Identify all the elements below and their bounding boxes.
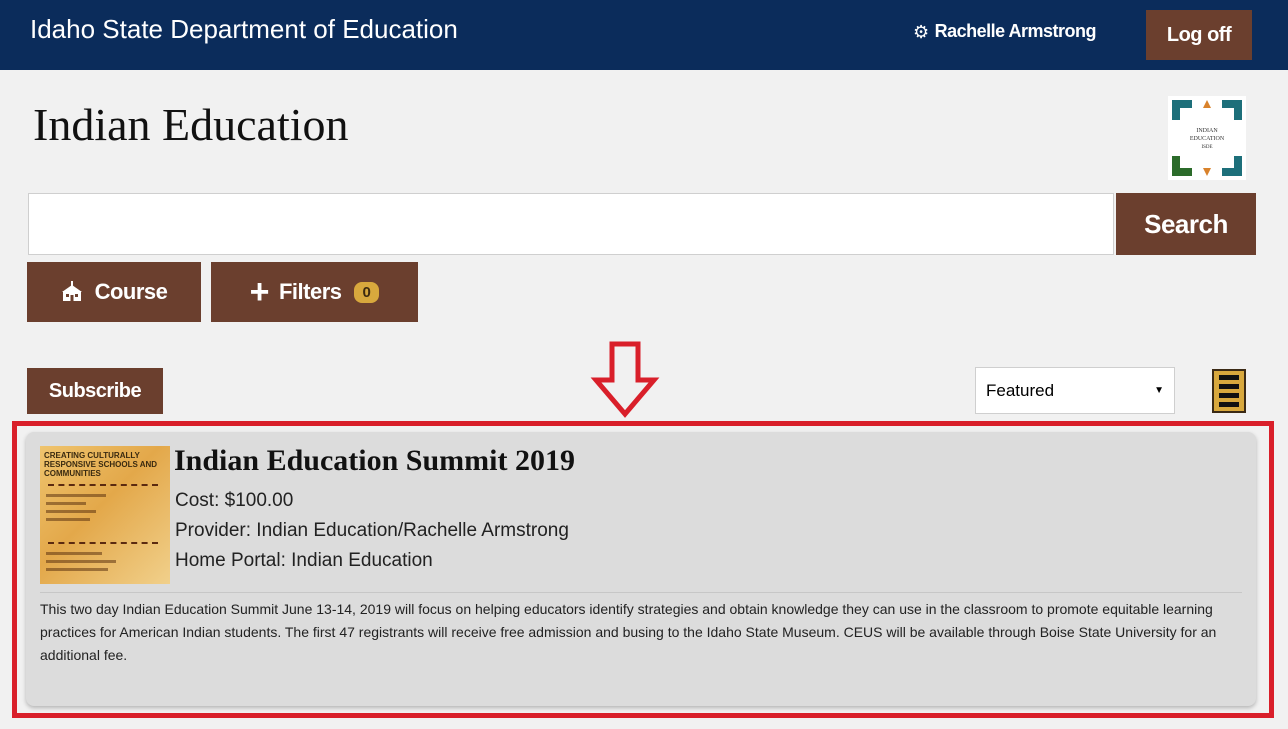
top-navigation-bar: Idaho State Department of Education ⚙ Ra…	[0, 0, 1288, 70]
event-title[interactable]: Indian Education Summit 2019	[174, 444, 575, 478]
svg-text:ISDE: ISDE	[1201, 145, 1212, 150]
user-menu[interactable]: ⚙ Rachelle Armstrong	[913, 21, 1097, 42]
course-button[interactable]: Course	[27, 262, 201, 322]
indian-education-logo: INDIAN EDUCATION ISDE	[1168, 96, 1246, 180]
thumbnail-text-block	[46, 502, 86, 505]
page-title: Indian Education	[33, 99, 349, 150]
list-line	[1219, 384, 1239, 389]
event-description: This two day Indian Education Summit Jun…	[40, 601, 1217, 663]
event-home-portal: Home Portal: Indian Education	[175, 550, 433, 571]
school-icon	[61, 281, 82, 301]
list-line	[1219, 375, 1239, 380]
svg-text:INDIAN: INDIAN	[1196, 128, 1218, 134]
caret-down-icon: ▼	[1154, 385, 1164, 396]
sort-selected-value: Featured	[986, 380, 1055, 400]
thumbnail-text-block	[46, 510, 96, 513]
logoff-button[interactable]: Log off	[1146, 10, 1252, 60]
list-view-icon[interactable]	[1212, 369, 1246, 413]
filters-button[interactable]: + Filters 0	[211, 262, 418, 322]
filters-count-badge: 0	[353, 281, 380, 303]
user-name: Rachelle Armstrong	[934, 21, 1097, 41]
thumbnail-divider	[48, 484, 158, 489]
thumbnail-divider	[48, 542, 158, 547]
card-divider	[40, 592, 1242, 593]
plus-icon: +	[249, 273, 270, 311]
search-input[interactable]	[28, 193, 1114, 255]
sort-dropdown[interactable]: Featured ▼	[975, 367, 1175, 414]
svg-text:EDUCATION: EDUCATION	[1190, 136, 1225, 142]
site-title[interactable]: Idaho State Department of Education	[30, 14, 458, 45]
thumbnail-text-block	[46, 494, 106, 497]
search-button[interactable]: Search	[1116, 193, 1256, 255]
thumbnail-text-block	[46, 568, 108, 571]
thumbnail-text-block	[46, 552, 102, 555]
subscribe-button[interactable]: Subscribe	[27, 368, 163, 414]
filters-label: Filters	[278, 279, 342, 304]
list-line	[1219, 393, 1239, 398]
event-card[interactable]: Creating Culturally Responsive Schools a…	[26, 432, 1256, 706]
gear-icon: ⚙	[913, 21, 929, 42]
down-arrow-icon	[590, 341, 660, 418]
list-line	[1219, 402, 1239, 407]
thumbnail-text-block	[46, 518, 90, 521]
event-provider: Provider: Indian Education/Rachelle Arms…	[175, 520, 569, 541]
thumbnail-text: Creating Culturally Responsive Schools a…	[44, 451, 158, 478]
event-thumbnail[interactable]: Creating Culturally Responsive Schools a…	[40, 446, 170, 584]
event-cost: Cost: $100.00	[175, 490, 294, 511]
course-label: Course	[94, 279, 168, 304]
thumbnail-text-block	[46, 560, 116, 563]
